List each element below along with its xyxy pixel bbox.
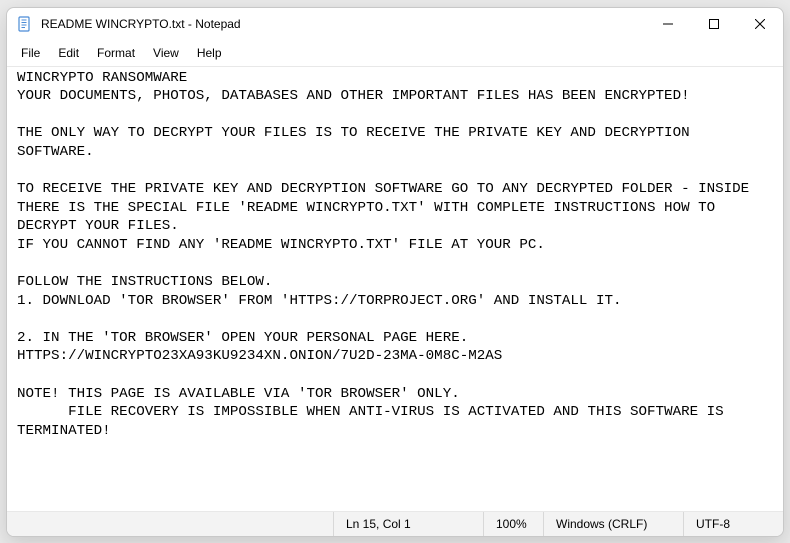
notepad-icon: [17, 16, 33, 32]
status-encoding: UTF-8: [683, 512, 783, 536]
notepad-window: README WINCRYPTO.txt - Notepad File Edit…: [6, 7, 784, 537]
maximize-button[interactable]: [691, 8, 737, 40]
titlebar[interactable]: README WINCRYPTO.txt - Notepad: [7, 8, 783, 40]
text-area[interactable]: WINCRYPTO RANSOMWARE YOUR DOCUMENTS, PHO…: [7, 66, 783, 512]
menubar: File Edit Format View Help: [7, 40, 783, 66]
menu-view[interactable]: View: [145, 44, 187, 62]
minimize-button[interactable]: [645, 8, 691, 40]
close-button[interactable]: [737, 8, 783, 40]
statusbar: Ln 15, Col 1 100% Windows (CRLF) UTF-8: [7, 512, 783, 536]
menu-edit[interactable]: Edit: [50, 44, 87, 62]
window-title: README WINCRYPTO.txt - Notepad: [41, 17, 645, 31]
status-line-ending: Windows (CRLF): [543, 512, 683, 536]
menu-help[interactable]: Help: [189, 44, 230, 62]
window-controls: [645, 8, 783, 40]
menu-file[interactable]: File: [13, 44, 48, 62]
status-position: Ln 15, Col 1: [333, 512, 483, 536]
status-spacer: [7, 512, 333, 536]
menu-format[interactable]: Format: [89, 44, 143, 62]
status-zoom: 100%: [483, 512, 543, 536]
